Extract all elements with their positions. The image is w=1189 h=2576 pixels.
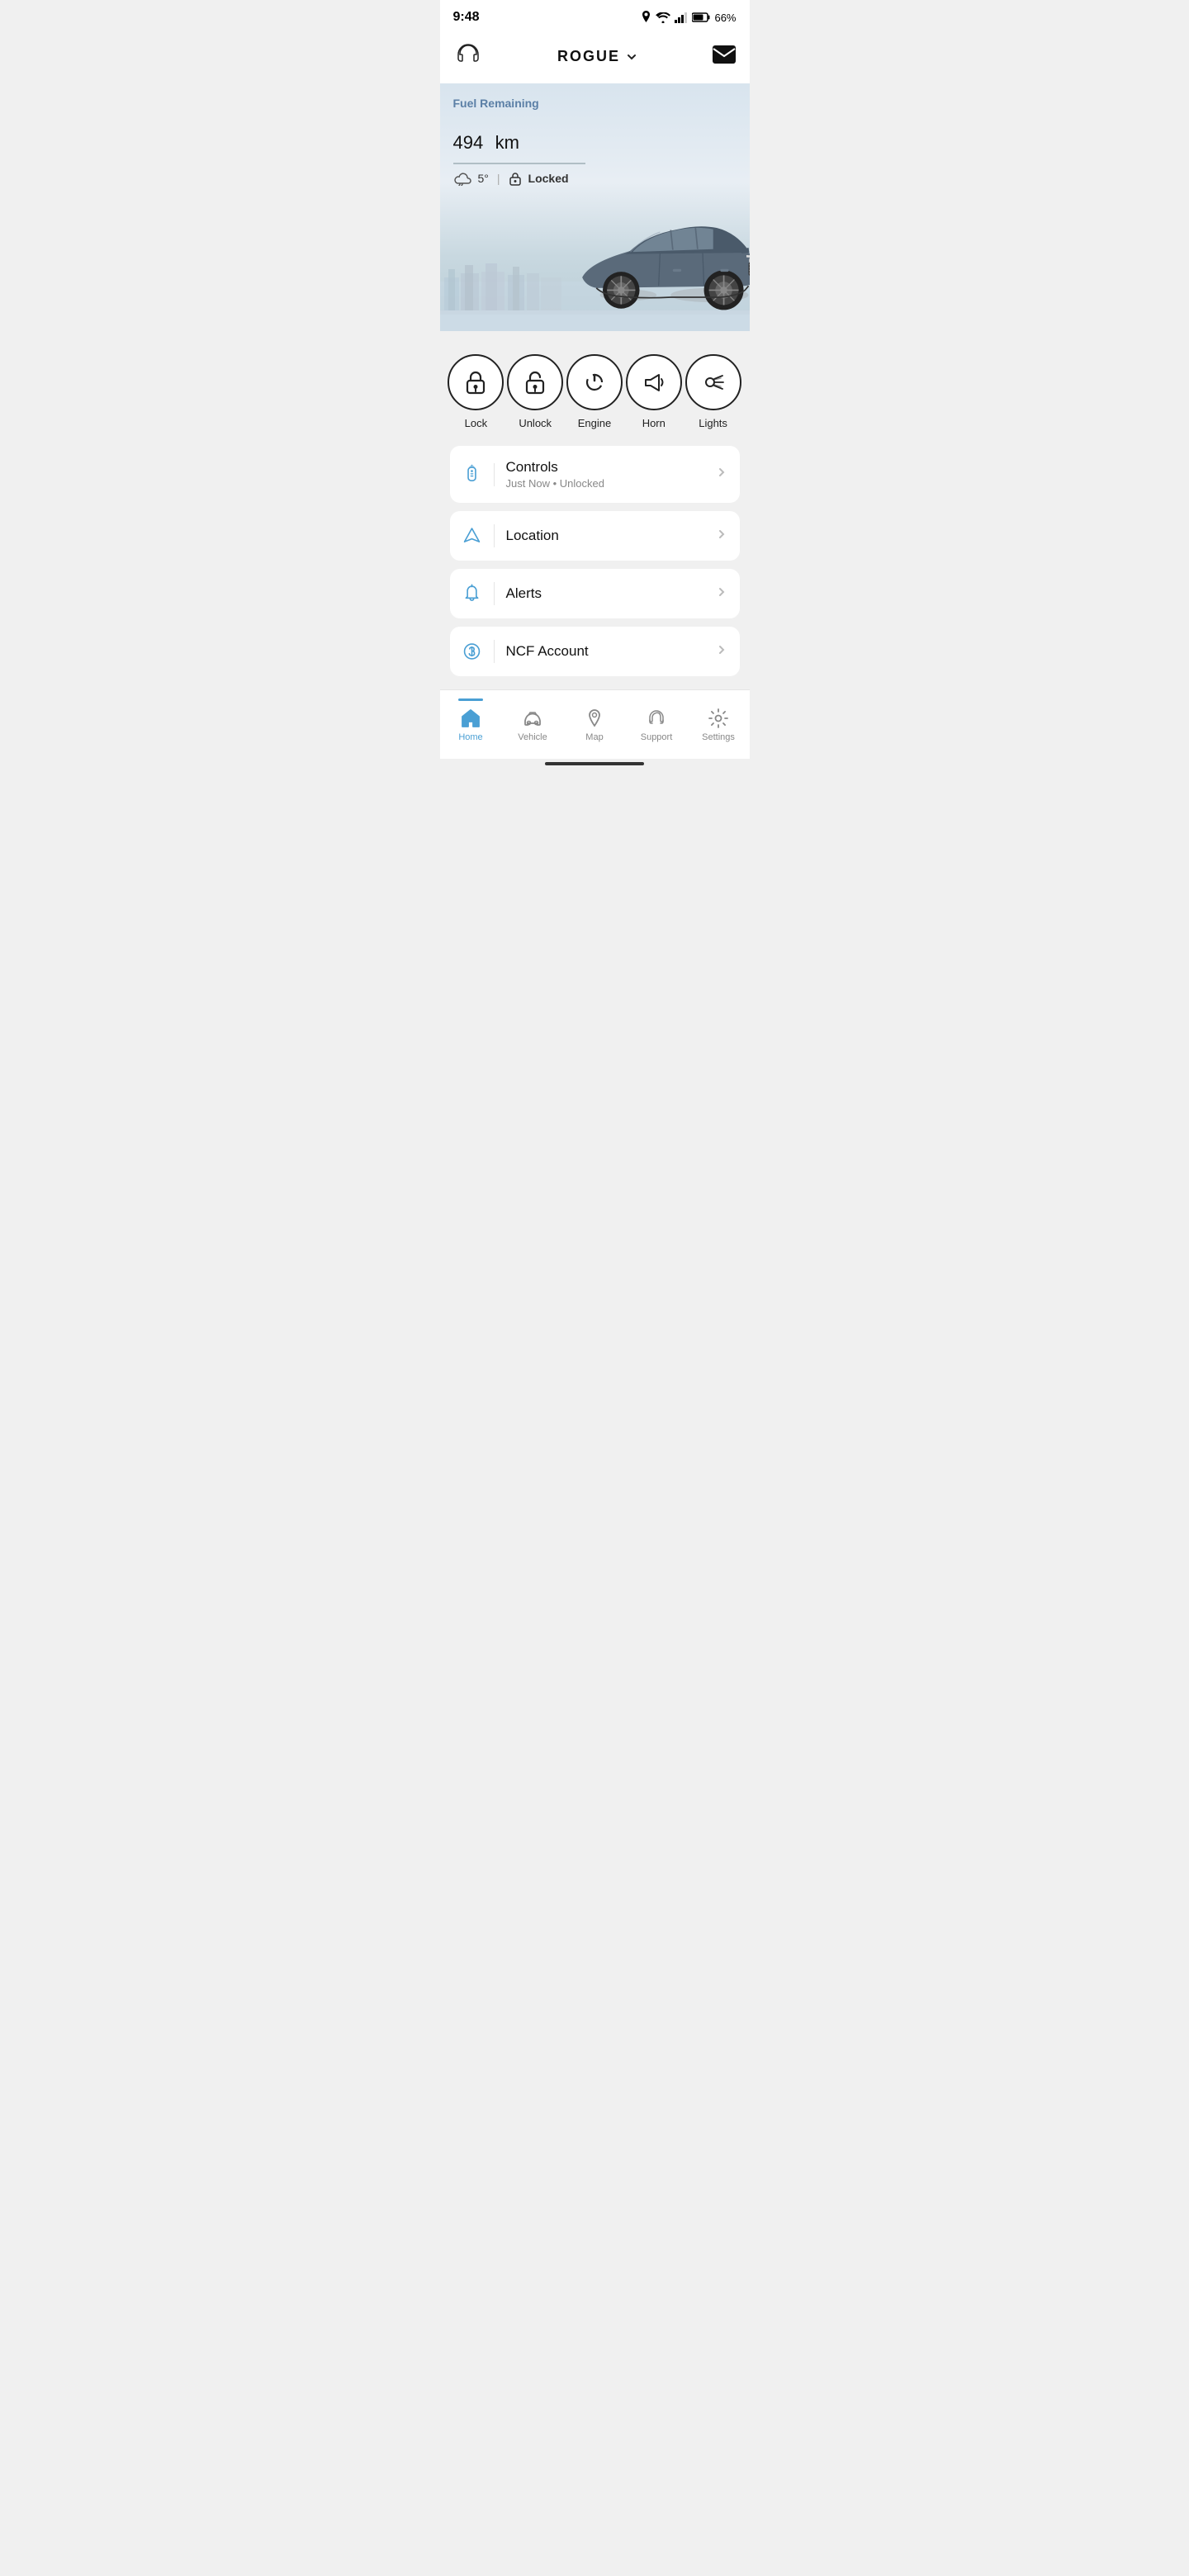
locked-icon [509,171,522,186]
vehicle-label: Vehicle [518,732,547,742]
support-label: Support [641,732,673,742]
chevron-right-icon [715,528,728,541]
remote-icon [462,463,482,486]
unlock-button[interactable]: Unlock [507,354,563,429]
lights-button[interactable]: Lights [685,354,741,429]
chevron-right-icon [715,643,728,656]
engine-label: Engine [578,417,611,429]
lock-circle [448,354,504,410]
support-icon [646,708,667,729]
headset-icon [453,40,483,69]
weather-icon [453,171,471,186]
mail-icon [713,45,736,64]
battery-percentage: 66% [714,12,736,24]
chevron-right-icon [715,466,728,479]
status-time: 9:48 [453,10,480,25]
fuel-divider [453,163,585,164]
unlock-circle [507,354,563,410]
alerts-title: Alerts [506,585,703,602]
menu-item-controls[interactable]: Controls Just Now • Unlocked [450,446,740,503]
app-header: ROGUE [440,31,750,83]
home-indicator [545,762,644,765]
location-title: Location [506,528,703,544]
settings-icon [708,708,729,729]
lock-label: Lock [465,417,487,429]
menu-item-alerts[interactable]: Alerts [450,569,740,618]
status-icons: 66% [641,11,736,24]
nav-settings[interactable]: Settings [688,698,750,742]
chevron-right-icon [715,585,728,599]
map-label: Map [585,732,603,742]
controls-row: Lock Unlock Engine [440,331,750,446]
status-bar: 9:48 66% [440,0,750,31]
wifi-status-icon [656,12,670,23]
horn-button[interactable]: Horn [626,354,682,429]
lock-status: Locked [528,172,569,185]
vehicle-icon [522,708,543,729]
mail-button[interactable] [713,45,736,68]
lock-icon [462,369,489,395]
home-icon [460,708,481,729]
unlock-icon [522,369,548,395]
bottom-navigation: Home Vehicle Map Support [440,689,750,759]
hero-section: Fuel Remaining 494 km 5° | Locked [440,83,750,331]
nav-support[interactable]: Support [626,698,688,742]
car-image [568,174,750,331]
lights-icon [700,369,727,395]
vehicle-name-dropdown[interactable]: ROGUE [557,48,638,65]
dollar-circle-icon [462,640,482,663]
chevron-down-icon [625,50,638,64]
nav-map[interactable]: Map [564,698,626,742]
battery-status-icon [692,12,710,22]
headset-button[interactable] [453,40,483,73]
settings-label: Settings [702,732,735,742]
bell-icon [462,582,482,605]
fuel-label: Fuel Remaining [453,97,737,110]
active-bar [458,698,483,701]
nav-vehicle[interactable]: Vehicle [502,698,564,742]
location-status-icon [641,11,651,24]
lock-button[interactable]: Lock [448,354,504,429]
engine-button[interactable]: Engine [566,354,623,429]
lights-label: Lights [699,417,727,429]
menu-item-ncf-account[interactable]: NCF Account [450,627,740,676]
horn-circle [626,354,682,410]
signal-status-icon [675,12,688,23]
controls-subtitle: Just Now • Unlocked [506,477,703,490]
power-icon [581,369,608,395]
home-label: Home [458,732,482,742]
ncf-account-title: NCF Account [506,643,703,660]
horn-icon [641,369,667,395]
menu-list: Controls Just Now • Unlocked Location [440,446,750,676]
lights-circle [685,354,741,410]
vehicle-name: ROGUE [557,48,620,65]
navigation-icon [462,524,482,547]
menu-item-location[interactable]: Location [450,511,740,561]
engine-circle [566,354,623,410]
fuel-value: 494 km [453,113,737,156]
horn-label: Horn [642,417,666,429]
controls-title: Controls [506,459,703,476]
map-pin-icon [584,708,605,729]
temperature: 5° [478,172,489,185]
unlock-label: Unlock [519,417,552,429]
nav-home[interactable]: Home [440,698,502,742]
